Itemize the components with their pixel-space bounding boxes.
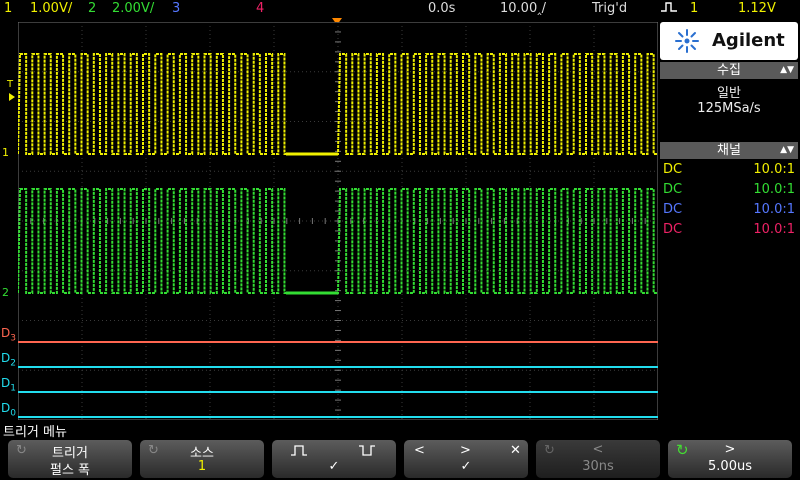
trigger-status: Trig'd xyxy=(592,1,628,16)
expand-icon: ▲▼ xyxy=(780,65,794,75)
less-than-icon: < xyxy=(414,443,425,458)
greater-than-icon: > xyxy=(460,443,471,458)
channel-header[interactable]: 채널 ▲▼ xyxy=(660,142,798,159)
d3-label: D3 xyxy=(1,326,16,344)
trigger-type-softkey[interactable]: ↻ 트리거 펄스 폭 xyxy=(8,440,132,478)
trigger-level[interactable]: 1.12V xyxy=(738,1,776,16)
selection-check: ✓ xyxy=(328,459,340,474)
source-softkey[interactable]: ↻ 소스 1 xyxy=(140,440,264,478)
ch1-scale[interactable]: 1.00V/ xyxy=(30,1,72,16)
time-scale[interactable]: 10.00‸/ xyxy=(500,1,546,16)
d0-label: D0 xyxy=(1,401,16,419)
ch2-label[interactable]: 2 xyxy=(88,1,96,16)
acquire-header[interactable]: 수집 ▲▼ xyxy=(660,62,798,79)
trigger-level-arrow-icon xyxy=(9,93,15,101)
qualifier-softkey[interactable]: < > ✕ ✓ xyxy=(404,440,528,478)
ch2-scale[interactable]: 2.00V/ xyxy=(112,1,154,16)
ch1-setting-row: DC 10.0:1 xyxy=(663,162,795,177)
not-equal-icon: ✕ xyxy=(510,443,521,458)
ch3-setting-row: DC 10.0:1 xyxy=(663,202,795,217)
waveform-display[interactable] xyxy=(18,22,658,420)
ch3-label[interactable]: 3 xyxy=(172,1,180,16)
ch1-label[interactable]: 1 xyxy=(4,1,12,16)
negative-pulse-icon xyxy=(359,445,375,456)
min-width-softkey[interactable]: ↻ < 30ns xyxy=(536,440,660,478)
expand-icon: ▲▼ xyxy=(780,145,794,155)
selection-check: ✓ xyxy=(460,459,472,474)
status-bar: 1 1.00V/ 2 2.00V/ 3 4 0.0s 10.00‸/ Trig'… xyxy=(0,0,800,18)
menu-title: 트리거 메뉴 xyxy=(3,425,67,440)
trigger-level-marker[interactable]: T xyxy=(7,79,13,90)
brand-name: Agilent xyxy=(712,30,785,51)
side-panel: Agilent 수집 ▲▼ 일반 125MSa/s 채널 ▲▼ DC 10.0:1 D… xyxy=(660,22,798,422)
ch4-setting-row: DC 10.0:1 xyxy=(663,222,795,237)
polarity-softkey[interactable]: ✓ xyxy=(272,440,396,478)
ch2-ground-marker[interactable]: 2 xyxy=(2,286,9,299)
trigger-source[interactable]: 1 xyxy=(690,1,698,16)
acquire-mode: 일반 xyxy=(717,86,741,101)
agilent-logo: Agilent xyxy=(660,22,798,60)
max-width-softkey[interactable]: ↻ > 5.00us xyxy=(668,440,792,478)
ch2-setting-row: DC 10.0:1 xyxy=(663,182,795,197)
d1-label: D1 xyxy=(1,376,16,394)
pulse-trigger-icon xyxy=(660,1,678,17)
ch1-ground-marker[interactable]: 1 xyxy=(2,146,9,159)
ch4-label[interactable]: 4 xyxy=(256,1,264,16)
d2-label: D2 xyxy=(1,351,16,369)
agilent-spark-icon xyxy=(675,29,699,53)
sample-rate: 125MSa/s xyxy=(697,101,761,116)
positive-pulse-icon xyxy=(291,445,307,456)
time-position[interactable]: 0.0s xyxy=(428,1,455,16)
